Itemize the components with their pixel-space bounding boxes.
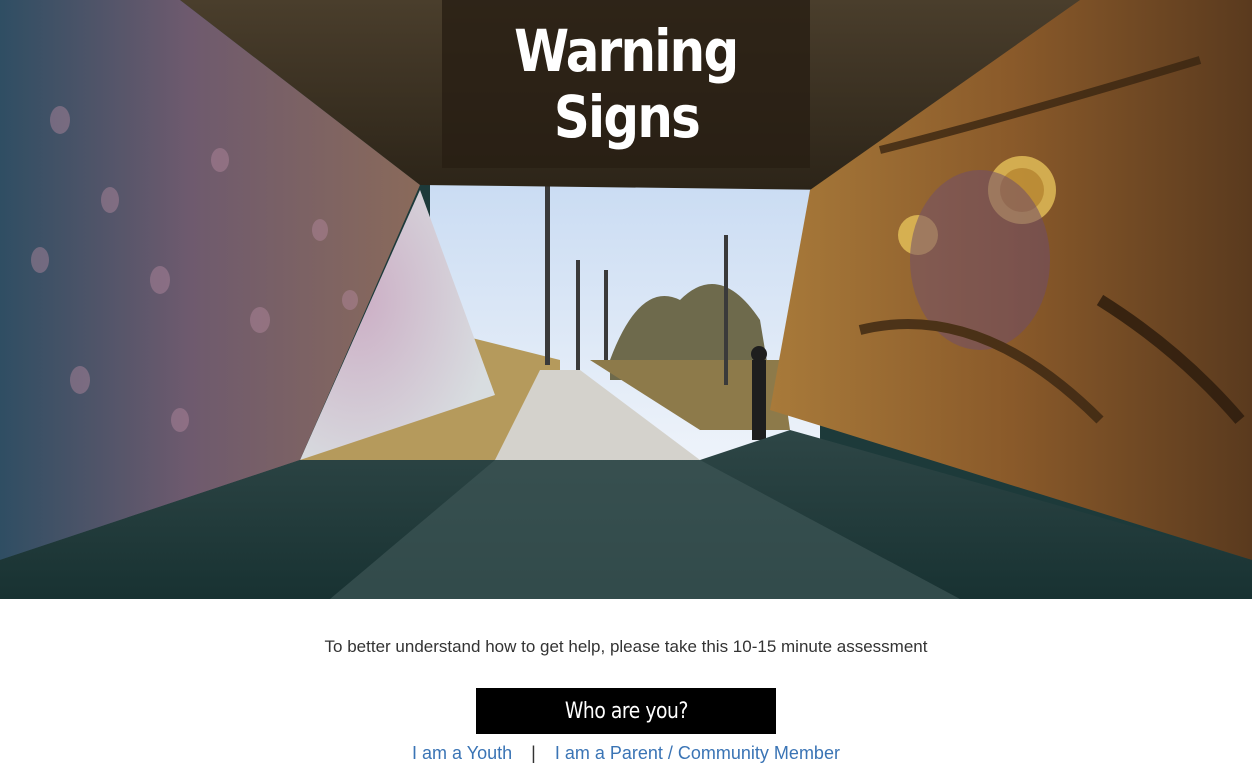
parent-community-link[interactable]: I am a Parent / Community Member <box>555 743 840 763</box>
choice-separator: | <box>531 743 536 763</box>
who-are-you-heading: Who are you? <box>476 688 776 734</box>
page-title-line-1: Warning <box>514 17 739 85</box>
page-title-line-2: Signs <box>553 83 700 151</box>
role-choices: I am a Youth | I am a Parent / Community… <box>0 743 1252 764</box>
assessment-instructions: To better understand how to get help, pl… <box>324 637 928 656</box>
page-title-box: Warning Signs <box>442 0 810 168</box>
who-are-you-label: Who are you? <box>564 698 688 724</box>
main-content: To better understand how to get help, pl… <box>0 599 1252 781</box>
hero-banner: Warning Signs <box>0 0 1252 599</box>
youth-link[interactable]: I am a Youth <box>412 743 512 763</box>
